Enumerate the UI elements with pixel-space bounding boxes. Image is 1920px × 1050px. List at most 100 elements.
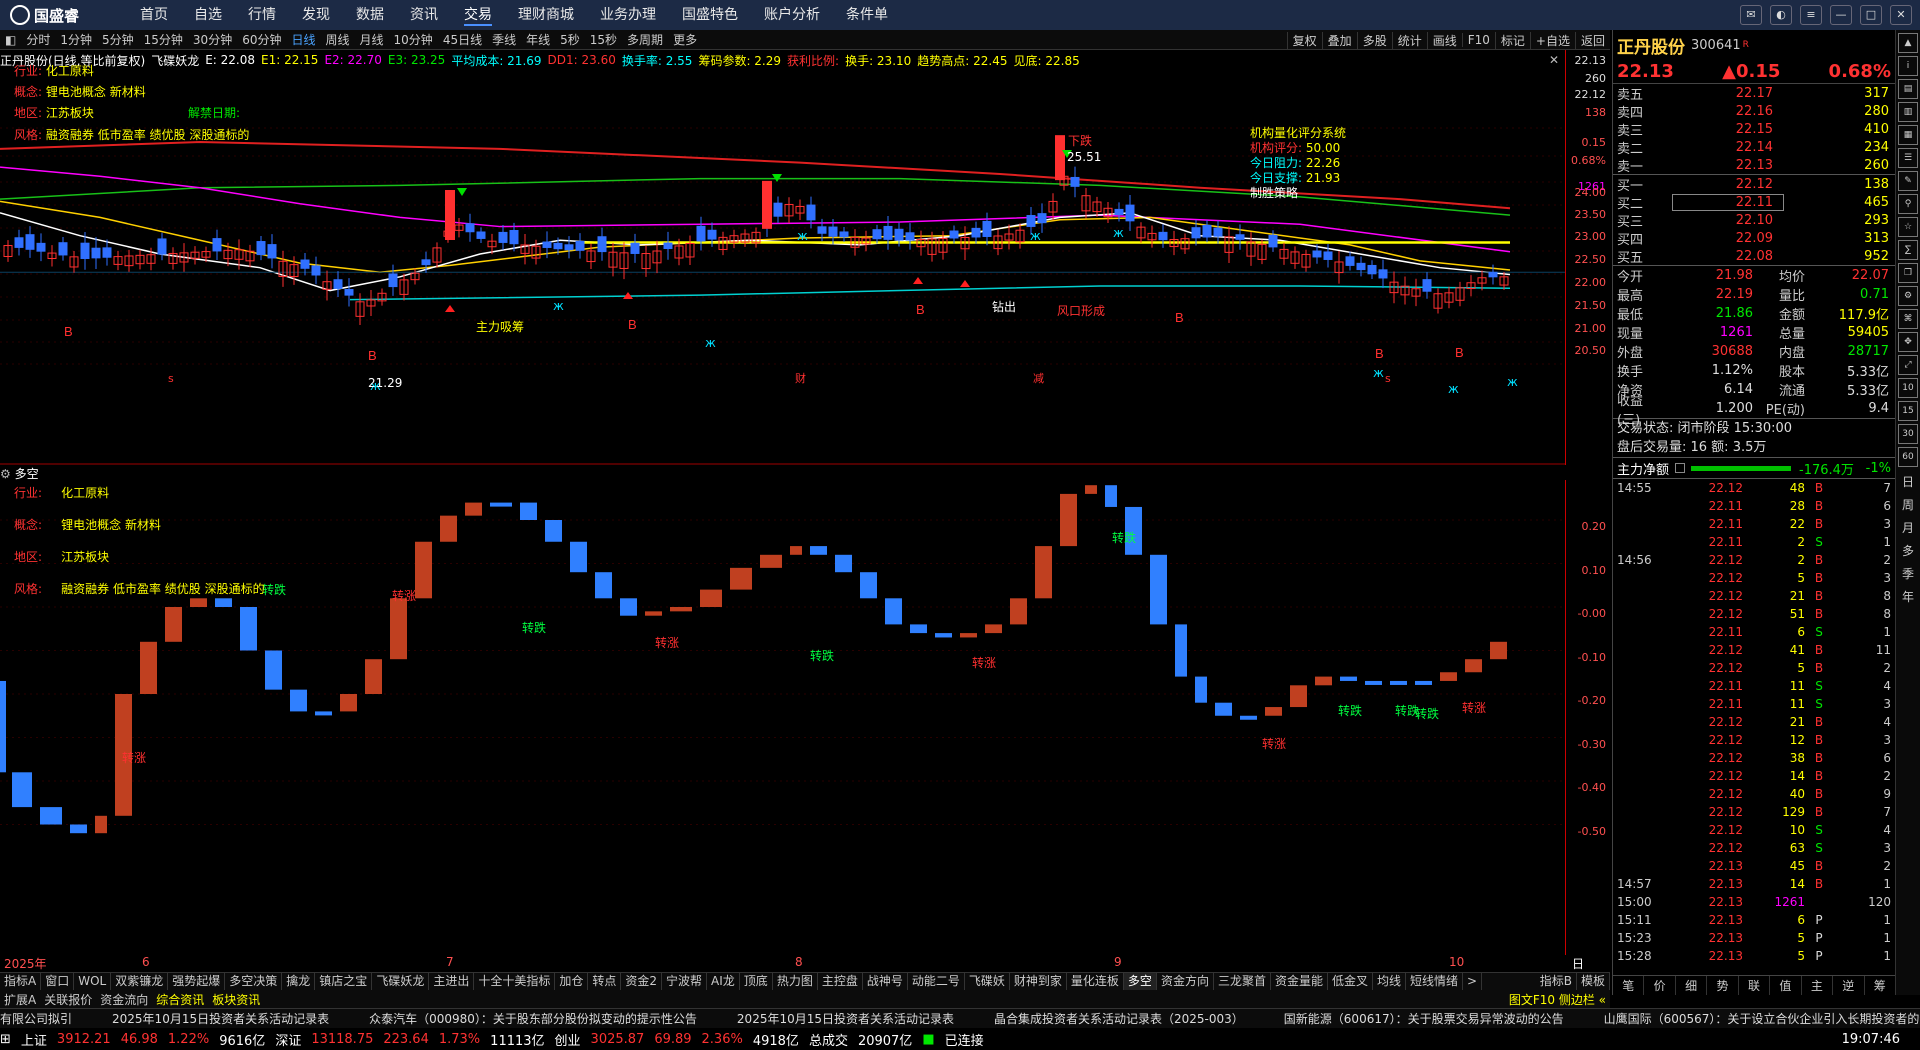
nav-tab-2[interactable]: 资金流向 [96,991,152,1008]
period-16[interactable]: 更多 [673,31,697,48]
quote-tab-7[interactable]: 逆 [1833,976,1865,995]
chart-icon[interactable]: ▤ [1898,79,1918,99]
list-icon[interactable]: ☰ [1898,148,1918,168]
menu-item-2[interactable]: 行情 [248,4,276,26]
tool-1[interactable]: 叠加 [1321,31,1357,49]
bid-row-0[interactable]: 买一 22.12 138 [1613,175,1895,194]
period-11[interactable]: 季线 [492,31,516,48]
minimize-icon[interactable]: — [1830,5,1852,25]
quote-tab-4[interactable]: 联 [1739,976,1771,995]
quote-tab-2[interactable]: 细 [1676,976,1708,995]
indicator-tab-29[interactable]: 均线 [1373,973,1407,990]
indicator-tab-5[interactable]: 多空决策 [225,973,283,990]
indicator-tab-3[interactable]: 双紫镰龙 [111,973,169,990]
period-6[interactable]: 日线 [291,31,315,48]
quote-tab-0[interactable]: 笔 [1613,976,1645,995]
tool-2[interactable]: 多股 [1356,31,1392,49]
ask-row-3[interactable]: 卖二 22.14 234 [1613,138,1895,157]
news-item-4[interactable]: 晶合集成投资者关系活动记录表（2025-003） [994,1010,1244,1027]
indicator-tab-20[interactable]: 动能二号 [908,973,965,990]
period-15[interactable]: 多周期 [627,31,663,48]
news-item-5[interactable]: 国新能源（600617）：关于股票交易异常波动的公告 [1284,1010,1564,1027]
indicator-tab-more[interactable]: > [1463,973,1483,990]
period-10[interactable]: 45日线 [443,31,482,48]
gear-icon[interactable]: ⚙ [1898,286,1918,306]
info-icon[interactable]: i [1898,56,1918,76]
sidebar-period-0[interactable]: 日 [1896,473,1920,490]
sidebar-period-2[interactable]: 月 [1896,519,1920,536]
maximize-icon[interactable]: □ [1860,5,1882,25]
move-icon[interactable]: ✥ [1898,332,1918,352]
nav-tab-1[interactable]: 关联报价 [40,991,96,1008]
menu-item-7[interactable]: 理财商城 [518,4,574,26]
indicator-tab-18[interactable]: 主控盘 [818,973,863,990]
num30-icon[interactable]: 30 [1898,424,1918,444]
indicator-tab-26[interactable]: 三龙聚首 [1214,973,1271,990]
indicator-tab-2[interactable]: WOL [74,973,112,990]
indicator-tab-15[interactable]: AI龙 [707,973,740,990]
news-item-6[interactable]: 山鹰国际（600567）：关于设立合伙企业引入长期投资者的进展 [1604,1010,1920,1027]
menu-item-0[interactable]: 首页 [140,4,168,26]
period-4[interactable]: 30分钟 [193,31,232,48]
message-icon[interactable]: ✉ [1740,5,1762,25]
skin-icon[interactable]: ◐ [1770,5,1792,25]
quote-tab-1[interactable]: 价 [1644,976,1676,995]
indicator-tab-1[interactable]: 窗口 [41,973,75,990]
nav-tab-0[interactable]: 扩展A [0,991,40,1008]
tool-3[interactable]: 统计 [1391,31,1427,49]
settings-icon[interactable]: ⚙ [0,467,11,481]
indicator-tab-24[interactable]: 多空 [1123,973,1157,990]
quote-tab-5[interactable]: 值 [1770,976,1802,995]
indicator-tab-8[interactable]: 飞碟妖龙 [372,973,430,990]
sidebar-period-5[interactable]: 年 [1896,588,1920,605]
bid-row-2[interactable]: 买三 22.10 293 [1613,211,1895,230]
indicator-tab-28[interactable]: 低金叉 [1328,973,1373,990]
indicator-tab-13[interactable]: 资金2 [621,973,663,990]
sh-label[interactable]: 上证 [21,1030,47,1049]
period-7[interactable]: 周线 [326,31,350,48]
nav-right[interactable]: 图文F10 侧边栏 « [1505,991,1610,1008]
tool-0[interactable]: 复权 [1286,31,1322,49]
indicator-tab-21[interactable]: 飞碟妖 [965,973,1010,990]
quote-tab-8[interactable]: 筹 [1865,976,1896,995]
sidebar-period-3[interactable]: 多 [1896,542,1920,559]
indicator-tab-6[interactable]: 擒龙 [282,973,316,990]
ask-row-1[interactable]: 卖四 22.16 280 [1613,102,1895,121]
indicator-tab-16[interactable]: 顶底 [740,973,773,990]
tool-icon[interactable]: ✎ [1898,171,1918,191]
period-14[interactable]: 15秒 [590,31,617,48]
indicator-tab-0[interactable]: 指标A [0,973,42,990]
menu-item-1[interactable]: 自选 [194,4,222,26]
period-9[interactable]: 10分钟 [394,31,433,48]
tool-7[interactable]: +自选 [1529,31,1575,49]
menu-item-10[interactable]: 账户分析 [764,4,820,26]
ask-row-2[interactable]: 卖三 22.15 410 [1613,120,1895,139]
indicator-tab-4[interactable]: 强势起爆 [168,973,226,990]
indicator-tab-7[interactable]: 镇店之宝 [315,973,373,990]
quote-tab-6[interactable]: 主 [1802,976,1834,995]
ask-row-0[interactable]: 卖五 22.17 317 [1613,84,1895,103]
indicator-tab-11[interactable]: 加仓 [555,973,589,990]
indicator-tab-17[interactable]: 热力图 [773,973,818,990]
period-2[interactable]: 5分钟 [102,31,134,48]
duokong-chart[interactable]: 转跌 转跌 转跌 转跌 转跌 转跌 转跌 转涨 转涨 转涨 转涨 转涨 转涨 行业: 化工原料 概念: … [0,480,1565,955]
indicator-tab-27[interactable]: 资金量能 [1271,973,1328,990]
net-icon[interactable]: ⌘ [1898,309,1918,329]
sidebar-period-4[interactable]: 季 [1896,565,1920,582]
menu-item-5[interactable]: 资讯 [410,4,438,26]
num60-icon[interactable]: 60 [1898,447,1918,467]
num-icon[interactable]: 10 [1898,378,1918,398]
indicator-tab-14[interactable]: 宁波帮 [662,973,708,990]
kline-chart[interactable]: BBBBBBBжжжжжжжжжs财减s 行业: 化工原料 概念: 锂电池概念 … [0,64,1565,465]
doc-icon[interactable]: ❐ [1898,263,1918,283]
formula-name[interactable]: 飞碟妖龙 [151,52,199,69]
news-item-0[interactable]: 有限公司拟引 [0,1010,72,1027]
menu-item-11[interactable]: 条件单 [846,4,888,26]
nav-up-icon[interactable]: ▲ [1898,33,1918,53]
sz-label[interactable]: 深证 [275,1030,301,1049]
news-item-3[interactable]: 2025年10月15日投资者关系活动记录表 [737,1010,954,1027]
indicator-tab-right-1[interactable]: 模板 [1577,973,1610,990]
menu-item-3[interactable]: 发现 [302,4,330,26]
layout-icon[interactable]: ◧ [5,33,16,47]
period-13[interactable]: 5秒 [560,31,580,48]
